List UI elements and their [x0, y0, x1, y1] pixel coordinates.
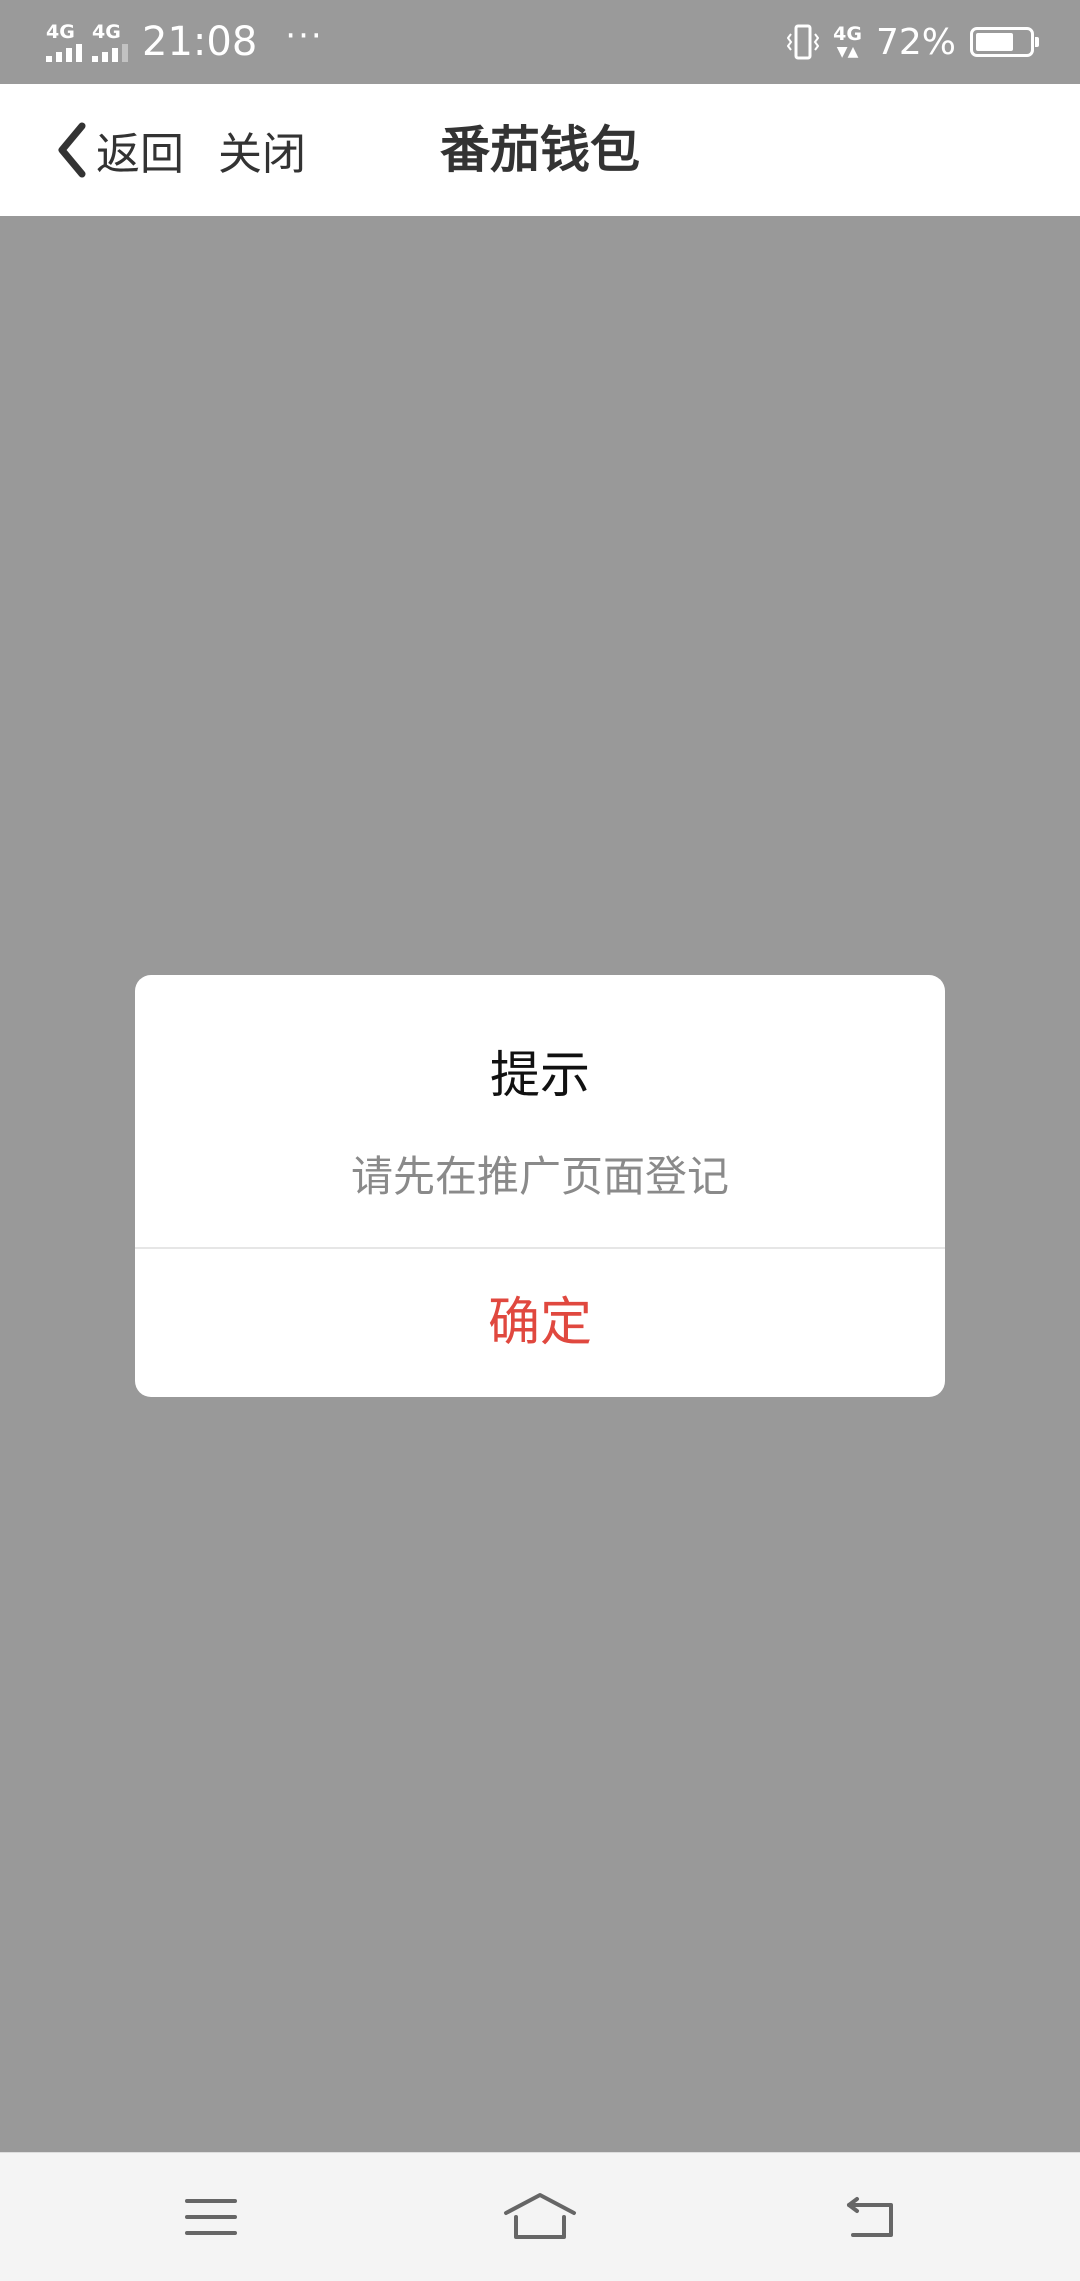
battery-icon [970, 27, 1039, 57]
dialog-message: 请先在推广页面登记 [350, 1152, 729, 1201]
menu-button[interactable] [131, 2153, 291, 2281]
signal-2-icon: 4G [92, 22, 128, 62]
status-bar: 4G 4G 21:08 ··· 4G ▼▲ 72% [0, 0, 1080, 84]
back-nav-button[interactable] [789, 2153, 949, 2281]
menu-icon [185, 2199, 237, 2235]
signal-1-icon: 4G [46, 22, 82, 62]
system-nav-bar [0, 2152, 1080, 2281]
dialog-title: 提示 [490, 1046, 590, 1104]
more-notifications-icon: ··· [285, 16, 324, 56]
back-arrow-icon [847, 2197, 893, 2237]
vibrate-icon [786, 22, 820, 62]
battery-fill [976, 33, 1013, 51]
status-time: 21:08 [142, 19, 258, 65]
confirm-button[interactable]: 确定 [135, 1249, 945, 1397]
signal-1-label: 4G [46, 21, 75, 43]
network-4g-icon: 4G ▼▲ [833, 24, 862, 60]
page-title: 番茄钱包 [440, 121, 640, 179]
battery-percent: 72% [875, 21, 956, 63]
alert-dialog: 提示 请先在推广页面登记 确定 [135, 975, 945, 1397]
network-label: 4G [833, 23, 862, 45]
signal-2-label: 4G [92, 21, 121, 43]
status-bar-left: 4G 4G 21:08 ··· [46, 14, 324, 70]
nav-header: 返回 关闭 番茄钱包 [0, 84, 1080, 216]
home-button[interactable] [460, 2153, 620, 2281]
data-arrows-icon: ▼▲ [836, 44, 859, 60]
home-icon [504, 2193, 576, 2239]
status-bar-right: 4G ▼▲ 72% [786, 14, 1039, 70]
